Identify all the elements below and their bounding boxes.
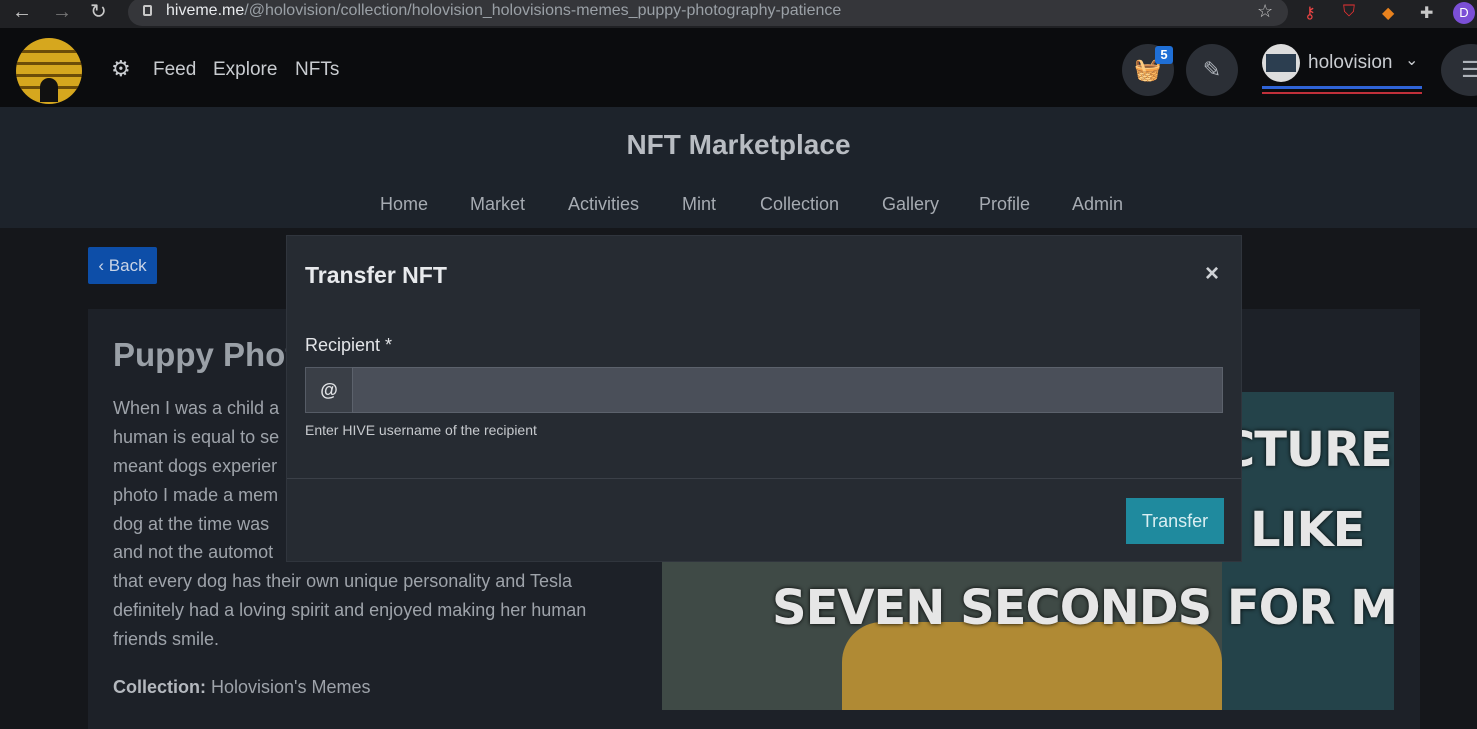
url-host: hiveme.me — [166, 2, 245, 19]
browser-chrome: ← → ↻ hiveme.me/@holovision/collection/h… — [0, 0, 1477, 28]
recipient-input[interactable] — [352, 367, 1223, 413]
meme-caption-line: CTURE — [1220, 422, 1393, 478]
tab-activities[interactable]: Activities — [568, 194, 639, 215]
description-line: meant dogs experier — [113, 456, 278, 476]
puzzle-extensions-icon[interactable]: ✚ — [1420, 3, 1433, 23]
nav-feed[interactable]: Feed — [153, 59, 196, 81]
user-underline-blue — [1262, 86, 1422, 89]
close-icon[interactable]: × — [1205, 260, 1219, 288]
collection-value: Holovision's Memes — [211, 677, 371, 697]
tab-admin[interactable]: Admin — [1072, 194, 1123, 215]
marketplace-title: NFT Marketplace — [626, 129, 851, 160]
nft-title: Puppy Phot — [113, 336, 297, 373]
nav-explore[interactable]: Explore — [213, 59, 277, 81]
tab-gallery[interactable]: Gallery — [882, 194, 939, 215]
recipient-label: Recipient * — [305, 335, 393, 355]
tab-profile[interactable]: Profile — [979, 194, 1030, 215]
username: holovision — [1308, 52, 1393, 73]
lock-icon — [143, 5, 152, 16]
description-line: and not the automot — [113, 542, 274, 562]
description-line: that every dog has their own unique pers… — [113, 571, 572, 591]
transfer-nft-modal: Transfer NFT × Recipient * @ Enter HIVE … — [286, 235, 1242, 562]
description-line: friends smile. — [113, 629, 220, 649]
collection-info: Collection: Holovision's Memes — [113, 677, 371, 698]
user-avatar — [1262, 44, 1300, 82]
tab-mint[interactable]: Mint — [682, 194, 716, 215]
forward-arrow-icon[interactable]: → — [52, 1, 72, 23]
user-underline-red — [1262, 92, 1422, 94]
star-icon[interactable]: ☆ — [1257, 1, 1273, 22]
marketplace-header — [0, 107, 1477, 228]
description-line: When I was a child a — [113, 398, 280, 418]
extension-shield-icon[interactable]: ⛉ — [1343, 3, 1355, 21]
transfer-button[interactable]: Transfer — [1126, 498, 1224, 544]
collection-label: Collection: — [113, 677, 206, 697]
back-arrow-icon[interactable]: ← — [12, 1, 32, 23]
cart-count-badge: 5 — [1155, 46, 1173, 64]
profile-avatar[interactable]: D — [1453, 2, 1475, 24]
modal-title: Transfer NFT — [305, 262, 447, 288]
edit-button[interactable]: ✎ — [1186, 44, 1238, 96]
url-path: /@holovision/collection/holovision_holov… — [244, 2, 842, 19]
description-line: dog at the time was — [113, 514, 270, 534]
menu-icon: ☰ — [1461, 57, 1477, 82]
reload-icon[interactable]: ↻ — [90, 1, 107, 23]
back-button[interactable]: ‹ Back — [88, 247, 157, 284]
tab-market[interactable]: Market — [470, 194, 525, 215]
nav-nfts[interactable]: NFTs — [295, 59, 339, 81]
description-line: human is equal to se — [113, 427, 280, 447]
recipient-input-group: @ — [305, 367, 1225, 413]
url-text[interactable]: hiveme.me/@holovision/collection/holovis… — [166, 2, 841, 20]
metamask-fox-icon[interactable]: ◆ — [1382, 3, 1394, 23]
at-prefix: @ — [305, 367, 353, 413]
chevron-down-icon: ⌄ — [1405, 52, 1419, 69]
meme-caption-line: LIKE — [1250, 502, 1365, 558]
hive-logo[interactable] — [16, 38, 82, 104]
tab-collection[interactable]: Collection — [760, 194, 839, 215]
pencil-icon: ✎ — [1202, 57, 1222, 82]
description-line: photo I made a mem — [113, 485, 279, 505]
modal-footer-divider — [287, 478, 1241, 479]
recipient-help-text: Enter HIVE username of the recipient — [305, 422, 537, 438]
extension-key-icon[interactable]: ⚷ — [1304, 3, 1316, 23]
tab-home[interactable]: Home — [380, 194, 428, 215]
meme-caption-line: SEVEN SECONDS FOR ME — [772, 580, 1394, 636]
gear-icon[interactable]: ⚙ — [111, 56, 131, 82]
description-line: definitely had a loving spirit and enjoy… — [113, 600, 587, 620]
user-menu[interactable]: holovision ⌄ — [1262, 44, 1422, 94]
